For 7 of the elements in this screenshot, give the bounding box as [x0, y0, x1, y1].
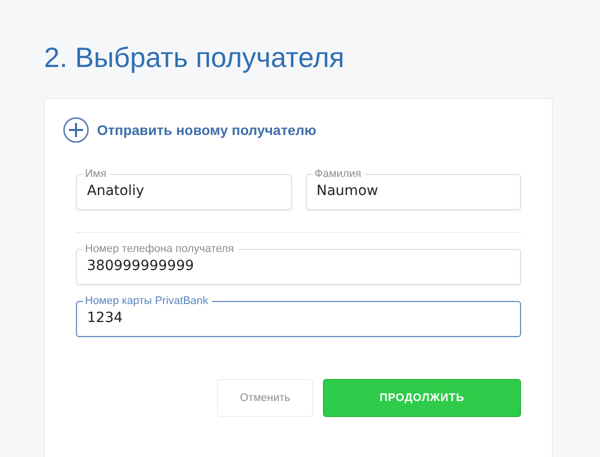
new-recipient-link[interactable]: Отправить новому получателю	[97, 122, 316, 138]
input-field[interactable]: Имя Anatoliy	[76, 168, 292, 210]
plus-circle-icon[interactable]	[63, 117, 89, 143]
input-field[interactable]: Номер телефона получателя 380999999999	[76, 243, 521, 285]
input-field[interactable]: Номер карты PrivatBank 1234	[76, 295, 521, 337]
input-field[interactable]: Фамилия Naumow	[306, 168, 521, 210]
page-title: 2. Выбрать получателя	[44, 41, 344, 75]
